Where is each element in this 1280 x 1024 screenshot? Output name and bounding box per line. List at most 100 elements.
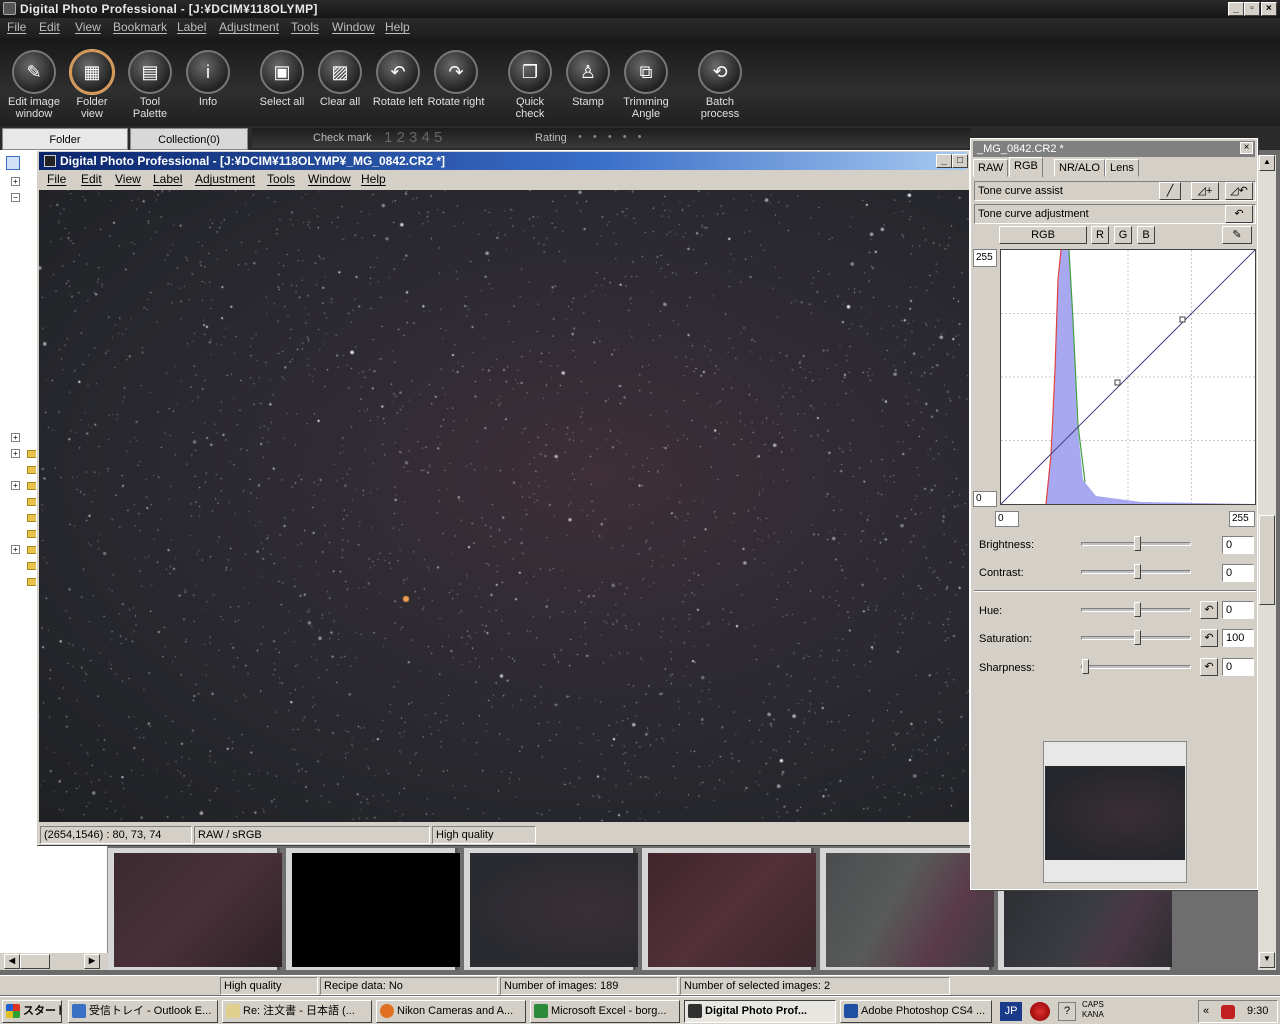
thumbnail[interactable] xyxy=(286,848,460,970)
sharpness-value[interactable]: 0 xyxy=(1222,658,1254,676)
tab-rgb[interactable]: RGB xyxy=(1009,157,1043,177)
curve-y-min[interactable]: 0 xyxy=(973,491,997,507)
restore-button[interactable]: ▫ xyxy=(1244,2,1260,16)
menu-label[interactable]: Label xyxy=(177,20,206,34)
check-mark-numbers[interactable]: 1 2 3 4 5 xyxy=(384,129,442,146)
menu-window[interactable]: Window xyxy=(332,20,375,34)
tree-expand-icon[interactable]: + xyxy=(11,481,20,490)
contrast-value[interactable]: 0 xyxy=(1222,564,1254,582)
tool-palette-button[interactable]: ▤ Tool Palette xyxy=(120,38,180,120)
tree-expand-icon[interactable]: + xyxy=(11,177,20,186)
close-button[interactable]: × xyxy=(1261,2,1277,16)
tab-raw[interactable]: RAW xyxy=(973,159,1009,177)
folder-view-button[interactable]: ▦ Folder view xyxy=(62,38,122,120)
curve-reset-icon[interactable]: ◿↶ xyxy=(1225,182,1253,200)
brightness-value[interactable]: 0 xyxy=(1222,536,1254,554)
rating-dots[interactable]: • • • • • xyxy=(578,131,645,143)
menu-view[interactable]: View xyxy=(115,172,141,186)
curve-x-max[interactable]: 255 xyxy=(1229,511,1255,527)
tree-expand-icon[interactable]: + xyxy=(11,545,20,554)
minimize-button[interactable]: _ xyxy=(936,154,952,168)
tab-collection[interactable]: Collection(0) xyxy=(130,128,248,150)
undo-icon[interactable]: ↶ xyxy=(1225,205,1253,223)
security-shield-icon[interactable] xyxy=(1221,1005,1235,1019)
star-field-image[interactable] xyxy=(39,190,969,822)
tray-expand-icon[interactable]: « xyxy=(1203,1001,1209,1022)
tab-lens[interactable]: Lens xyxy=(1105,159,1139,177)
hue-value[interactable]: 0 xyxy=(1222,601,1254,619)
task-outlook[interactable]: 受信トレイ - Outlook E... xyxy=(68,1000,218,1023)
slider-knob[interactable] xyxy=(1133,536,1141,551)
curve-y-max[interactable]: 255 xyxy=(973,249,997,267)
tab-nr-alo[interactable]: NR/ALO xyxy=(1054,159,1105,177)
language-indicator[interactable]: JP xyxy=(1000,1002,1022,1021)
curve-assist-icon[interactable]: ◿+ xyxy=(1191,182,1219,200)
scroll-thumb[interactable] xyxy=(20,954,50,969)
menu-edit[interactable]: Edit xyxy=(81,172,102,186)
edit-image-window-button[interactable]: ✎ Edit image window xyxy=(4,38,64,120)
saturation-reset-icon[interactable]: ↶ xyxy=(1200,629,1218,647)
batch-process-button[interactable]: ⟲ Batch process xyxy=(690,38,750,120)
tree-collapse-icon[interactable]: − xyxy=(11,193,20,202)
ime-icon[interactable] xyxy=(1030,1002,1050,1021)
clear-all-button[interactable]: ▨ Clear all xyxy=(310,38,370,108)
saturation-value[interactable]: 100 xyxy=(1222,629,1254,647)
menu-window[interactable]: Window xyxy=(308,172,351,186)
thumbnail[interactable] xyxy=(464,848,638,970)
curve-linear-icon[interactable]: ╱ xyxy=(1159,182,1181,200)
scroll-down-icon[interactable]: ▼ xyxy=(1259,952,1275,968)
quick-check-button[interactable]: ❐ Quick check xyxy=(500,38,560,120)
saturation-slider[interactable] xyxy=(1081,630,1191,645)
scroll-right-icon[interactable]: ▶ xyxy=(84,954,100,969)
menu-tools[interactable]: Tools xyxy=(267,172,295,186)
slider-knob[interactable] xyxy=(1133,602,1141,617)
hue-reset-icon[interactable]: ↶ xyxy=(1200,601,1218,619)
task-dpp[interactable]: Digital Photo Prof... xyxy=(684,1000,836,1023)
curve-point[interactable] xyxy=(1179,316,1186,323)
menu-label[interactable]: Label xyxy=(153,172,182,186)
menu-bookmark[interactable]: Bookmark xyxy=(113,20,167,34)
menu-file[interactable]: File xyxy=(7,20,26,34)
vertical-scrollbar[interactable]: ▲ ▼ xyxy=(1258,155,1276,970)
sharpness-reset-icon[interactable]: ↶ xyxy=(1200,658,1218,676)
channel-rgb-button[interactable]: RGB xyxy=(999,226,1087,244)
menu-tools[interactable]: Tools xyxy=(291,20,319,34)
navigator-preview[interactable] xyxy=(1043,741,1187,883)
tree-expand-icon[interactable]: + xyxy=(11,449,20,458)
curve-point[interactable] xyxy=(1114,379,1121,386)
channel-b-button[interactable]: B xyxy=(1137,226,1155,244)
thumbnail[interactable] xyxy=(642,848,816,970)
tone-curve-graph[interactable] xyxy=(1000,249,1256,505)
menu-edit[interactable]: Edit xyxy=(39,20,60,34)
scroll-thumb[interactable] xyxy=(1259,515,1275,605)
trimming-angle-button[interactable]: ⧉ Trimming Angle xyxy=(616,38,676,120)
thumbnail[interactable] xyxy=(108,848,282,970)
rotate-left-button[interactable]: ↶ Rotate left xyxy=(368,38,428,108)
thumbnail[interactable] xyxy=(820,848,994,970)
select-all-button[interactable]: ▣ Select all xyxy=(252,38,312,108)
task-firefox[interactable]: Nikon Cameras and A... xyxy=(376,1000,526,1023)
curve-x-min[interactable]: 0 xyxy=(995,511,1019,527)
menu-view[interactable]: View xyxy=(75,20,101,34)
menu-file[interactable]: File xyxy=(47,172,66,186)
tree-expand-icon[interactable]: + xyxy=(11,433,20,442)
channel-g-button[interactable]: G xyxy=(1114,226,1132,244)
hue-slider[interactable] xyxy=(1081,602,1191,617)
task-mail[interactable]: Re: 注文書 - 日本語 (... xyxy=(222,1000,372,1023)
slider-knob[interactable] xyxy=(1082,659,1089,674)
scroll-left-icon[interactable]: ◀ xyxy=(4,954,20,969)
info-button[interactable]: i Info xyxy=(178,38,238,108)
slider-knob[interactable] xyxy=(1133,630,1141,645)
start-button[interactable]: スタート xyxy=(2,1000,62,1023)
menu-help[interactable]: Help xyxy=(361,172,386,186)
maximize-button[interactable]: □ xyxy=(952,154,968,168)
help-icon[interactable]: ? xyxy=(1058,1002,1076,1021)
scroll-up-icon[interactable]: ▲ xyxy=(1259,155,1275,171)
contrast-slider[interactable] xyxy=(1081,564,1191,579)
horizontal-scrollbar[interactable]: ◀ ▶ xyxy=(0,953,108,970)
task-photoshop[interactable]: Adobe Photoshop CS4 ... xyxy=(840,1000,992,1023)
rotate-right-button[interactable]: ↷ Rotate right xyxy=(426,38,486,108)
menu-adjustment[interactable]: Adjustment xyxy=(219,20,279,34)
minimize-button[interactable]: _ xyxy=(1228,2,1244,16)
sharpness-slider[interactable] xyxy=(1081,659,1191,674)
